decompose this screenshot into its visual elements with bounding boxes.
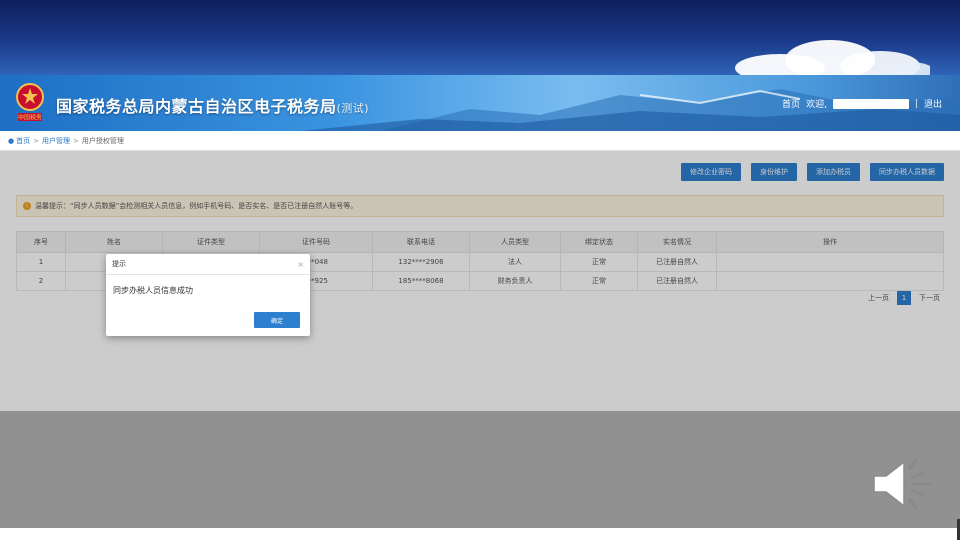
dialog-header: 提示 × (106, 254, 310, 275)
dialog-title: 提示 (112, 260, 126, 268)
breadcrumb-current: 用户授权管理 (81, 136, 124, 145)
modal-overlay (0, 151, 960, 540)
close-icon[interactable]: × (297, 260, 304, 269)
cloud-decoration (735, 40, 930, 75)
top-banner (0, 0, 960, 75)
breadcrumb: ● 首页 > 用户管理 > 用户授权管理 (0, 131, 960, 151)
logout-link[interactable]: 退出 (924, 97, 942, 110)
bottom-strip (0, 528, 960, 540)
speaker-icon[interactable] (868, 454, 938, 514)
dialog-message: 同步办税人员信息成功 (113, 286, 193, 295)
breadcrumb-sep: > (72, 136, 79, 145)
site-title: 国家税务总局内蒙古自治区电子税务局(测试) (56, 93, 369, 117)
separator: | (914, 98, 918, 109)
location-pin-icon: ● (8, 136, 15, 145)
welcome-label: 欢迎, (806, 100, 827, 110)
tax-emblem-logo: 中国税务 (16, 83, 44, 122)
breadcrumb-user-management[interactable]: 用户管理 (42, 136, 70, 146)
alert-dialog: 提示 × 同步办税人员信息成功 确定 (106, 254, 310, 336)
site-title-suffix: (测试) (336, 102, 370, 115)
user-bar: 首页 欢迎, | 退出 (782, 97, 942, 110)
site-header: 中国税务 国家税务总局内蒙古自治区电子税务局(测试) 首页 欢迎, | 退出 (0, 75, 960, 131)
breadcrumb-sep: > (33, 136, 39, 145)
home-link[interactable]: 首页 (782, 97, 800, 110)
breadcrumb-home[interactable]: 首页 (16, 136, 30, 146)
site-title-text: 国家税务总局内蒙古自治区电子税务局 (56, 97, 337, 116)
confirm-button[interactable]: 确定 (254, 312, 300, 328)
username-redacted (832, 98, 909, 109)
svg-text:中国税务: 中国税务 (18, 114, 42, 122)
